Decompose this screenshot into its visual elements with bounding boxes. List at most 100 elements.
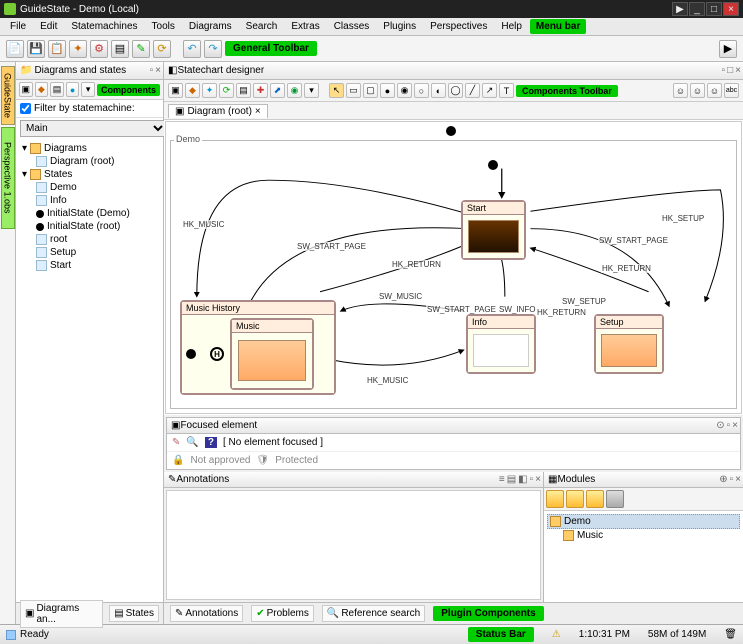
dt-abc[interactable]: abc (724, 83, 739, 98)
tree-states[interactable]: ▾States (18, 168, 161, 181)
mod-close-icon[interactable]: × (735, 474, 741, 485)
dt-sel[interactable]: ↖ (329, 83, 344, 98)
ann-t4[interactable]: ▫ (530, 474, 534, 485)
state-info[interactable]: Info (466, 314, 536, 374)
tool3-icon[interactable]: ⟳ (153, 40, 171, 58)
menu-plugins[interactable]: Plugins (377, 19, 422, 34)
menu-diagrams[interactable]: Diagrams (183, 19, 238, 34)
save-icon[interactable]: 💾 (27, 40, 45, 58)
paint-icon[interactable]: ✎ (132, 40, 150, 58)
menu-classes[interactable]: Classes (328, 19, 376, 34)
ptab-annotations[interactable]: ✎Annotations (170, 605, 243, 622)
ann-close-icon[interactable]: × (535, 474, 541, 485)
state-start[interactable]: Start (461, 200, 526, 260)
dt-ring[interactable]: ◉ (397, 83, 412, 98)
tree-state-initial-root[interactable]: InitialState (root) (18, 220, 161, 233)
btab-diagrams[interactable]: ▣Diagrams an... (20, 600, 103, 628)
ann-t3[interactable]: ◧ (518, 474, 527, 485)
dt-face1[interactable]: ☺ (673, 83, 688, 98)
menu-edit[interactable]: Edit (34, 19, 63, 34)
mod-box1[interactable] (546, 490, 564, 508)
designer-max-icon[interactable]: □ (727, 65, 733, 76)
mt-btn3[interactable]: ▤ (50, 82, 64, 97)
tool2-icon[interactable]: ⚙ (90, 40, 108, 58)
fe-close-icon[interactable]: × (732, 420, 738, 431)
statechart-canvas[interactable]: Demo HK_MUS (165, 121, 742, 414)
menu-file[interactable]: File (4, 19, 32, 34)
dt-rect2[interactable]: ▢ (363, 83, 378, 98)
copy-icon[interactable]: 📋 (48, 40, 66, 58)
fe-min-icon[interactable]: ▫ (727, 420, 731, 431)
mt-btn4[interactable]: ● (66, 82, 80, 97)
tree-state-info[interactable]: Info (18, 194, 161, 207)
menu-statemachines[interactable]: Statemachines (65, 19, 143, 34)
module-music[interactable]: Music (547, 529, 740, 542)
filter-checkbox[interactable] (20, 103, 31, 114)
dt-1[interactable]: ▣ (168, 83, 183, 98)
fe-tool1[interactable]: ✎ (172, 437, 180, 448)
tree-state-setup[interactable]: Setup (18, 246, 161, 259)
ann-t1[interactable]: ≡ (499, 474, 505, 485)
maximize-button[interactable]: □ (706, 2, 722, 16)
dt-8[interactable]: ◉ (287, 83, 302, 98)
canvas-tab-root[interactable]: ▣ Diagram (root) × (168, 104, 268, 118)
history-marker[interactable]: H (210, 347, 224, 361)
btab-states[interactable]: ▤States (109, 605, 159, 622)
menu-extras[interactable]: Extras (285, 19, 325, 34)
rail-tab-guidestate[interactable]: GuideState (1, 66, 15, 125)
dt-3[interactable]: ✦ (202, 83, 217, 98)
dt-c3[interactable]: ◯ (448, 83, 463, 98)
menu-help[interactable]: Help (495, 19, 528, 34)
ptab-reference[interactable]: 🔍Reference search (322, 605, 425, 622)
min-icon[interactable]: ▫ (150, 65, 154, 76)
minimize-button[interactable]: _ (689, 2, 705, 16)
state-music-history[interactable]: Music History H Music (180, 300, 336, 395)
menu-tools[interactable]: Tools (146, 19, 181, 34)
dt-c1[interactable]: ○ (414, 83, 429, 98)
designer-close-icon[interactable]: × (735, 65, 741, 76)
ptab-problems[interactable]: ✔Problems (251, 605, 314, 622)
tree-state-start[interactable]: Start (18, 259, 161, 272)
dt-6[interactable]: ✚ (253, 83, 268, 98)
mt-btn1[interactable]: ▣ (19, 82, 33, 97)
tree-state-demo[interactable]: Demo (18, 181, 161, 194)
redo-icon[interactable]: ↷ (204, 40, 222, 58)
tree-state-root[interactable]: root (18, 233, 161, 246)
play-button[interactable]: ▶ (672, 2, 688, 16)
dt-face3[interactable]: ☺ (707, 83, 722, 98)
dt-txt[interactable]: T (499, 83, 514, 98)
menu-search[interactable]: Search (240, 19, 284, 34)
mod-t2[interactable]: ▫ (730, 474, 734, 485)
new-icon[interactable]: 📄 (6, 40, 24, 58)
tree-diagram-root[interactable]: Diagram (root) (18, 155, 161, 168)
tab-close-icon[interactable]: × (255, 106, 261, 117)
close-pane-icon[interactable]: × (155, 65, 161, 76)
mt-btn2[interactable]: ◆ (35, 82, 49, 97)
mod-box3[interactable] (586, 490, 604, 508)
mt-btn5[interactable]: ▾ (81, 82, 95, 97)
fe-pin-icon[interactable]: ⊙ (716, 420, 724, 431)
dt-line[interactable]: ╱ (465, 83, 480, 98)
close-button[interactable]: × (723, 2, 739, 16)
initial-demo[interactable] (488, 160, 498, 170)
ann-t2[interactable]: ▤ (507, 474, 516, 485)
mod-box2[interactable] (566, 490, 584, 508)
dt-2[interactable]: ◆ (185, 83, 200, 98)
dt-7[interactable]: ⬈ (270, 83, 285, 98)
doc-icon[interactable]: ▤ (111, 40, 129, 58)
mod-box4[interactable] (606, 490, 624, 508)
dt-5[interactable]: ▤ (236, 83, 251, 98)
fe-help-icon[interactable]: ? (205, 437, 217, 448)
dt-rect[interactable]: ▭ (346, 83, 361, 98)
undo-icon[interactable]: ↶ (183, 40, 201, 58)
initial-root[interactable] (446, 126, 456, 136)
dt-dot[interactable]: ● (380, 83, 395, 98)
module-demo[interactable]: Demo (547, 514, 740, 529)
mod-t1[interactable]: ⊕ (719, 474, 727, 485)
gc-icon[interactable]: 🗑 (724, 629, 737, 640)
dt-c2[interactable]: ◐ (431, 83, 446, 98)
rail-tab-perspective[interactable]: Perspective 1.obs (1, 127, 15, 229)
designer-min-icon[interactable]: ▫ (722, 65, 726, 76)
run-icon[interactable]: ▶ (719, 40, 737, 58)
tree-diagrams[interactable]: ▾Diagrams (18, 142, 161, 155)
